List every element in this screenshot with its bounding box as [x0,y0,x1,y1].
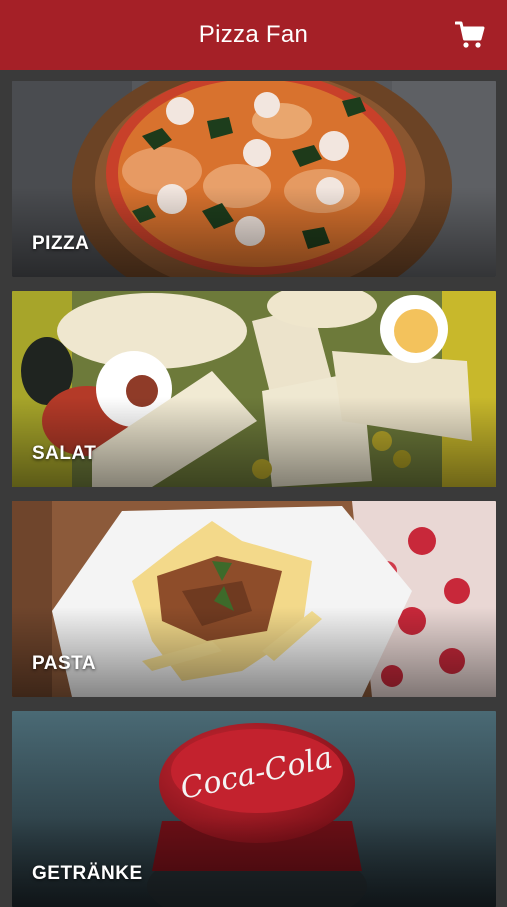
shopping-cart-icon[interactable] [455,20,485,50]
category-card-salat[interactable]: SALAT [12,291,496,487]
category-list: PIZZA SALAT PASTA Coca-Cola GETRÄNKE [0,70,507,907]
category-label: GETRÄNKE [32,863,143,884]
page-title: Pizza Fan [198,21,309,48]
category-label: PASTA [32,653,97,674]
category-card-pizza[interactable]: PIZZA [12,81,496,277]
category-label: PIZZA [32,233,90,254]
category-card-getraenke[interactable]: Coca-Cola GETRÄNKE [12,711,496,907]
app-header: Pizza Fan [0,0,507,70]
category-label: SALAT [32,443,97,464]
category-card-pasta[interactable]: PASTA [12,501,496,697]
